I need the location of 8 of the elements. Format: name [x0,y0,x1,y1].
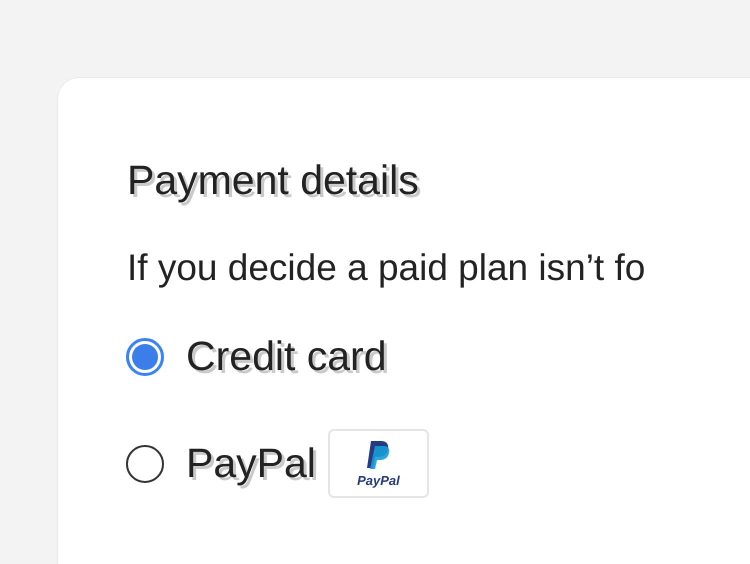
radio-button[interactable] [126,444,164,482]
paypal-wordmark: PayPal [357,474,400,487]
radio-label[interactable]: Credit card [186,336,387,377]
radio-label[interactable]: PayPal [186,443,316,484]
paypal-p-icon [365,440,392,470]
description-text: If you decide a paid plan isn’t fo [127,249,646,286]
section-title: Payment details [127,160,420,201]
radio-button[interactable] [126,338,164,376]
